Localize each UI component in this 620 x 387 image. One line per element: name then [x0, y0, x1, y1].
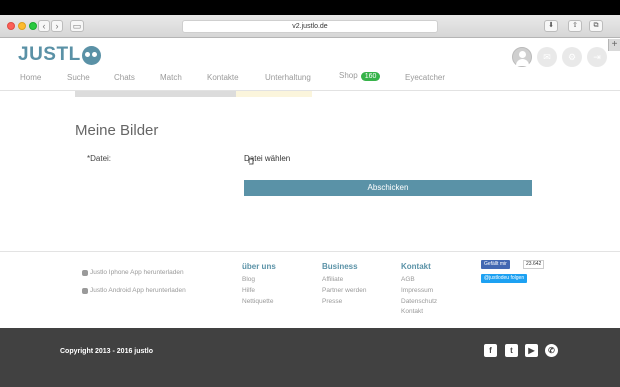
settings-icon[interactable]: ⚙ — [562, 47, 582, 67]
footer-link-presse[interactable]: Presse — [322, 297, 366, 308]
shop-count-badge: 160 — [360, 72, 381, 81]
new-tab-button[interactable]: + — [608, 39, 620, 51]
sidebar-toggle-button[interactable]: ▭ — [70, 20, 84, 32]
nav-item-shop[interactable]: Shop 160 — [339, 71, 381, 81]
tab-strip-active — [236, 91, 312, 97]
nav-item-chats[interactable]: Chats — [114, 73, 135, 82]
apple-icon — [82, 269, 88, 276]
minimize-window-button[interactable] — [18, 22, 26, 30]
share-button[interactable]: ⇧ — [568, 20, 582, 32]
footer-link-nettiquette[interactable]: Nettiquette — [242, 297, 276, 308]
android-icon — [82, 287, 88, 294]
youtube-icon[interactable]: ▶ — [525, 344, 538, 357]
footer-link-datenschutz[interactable]: Datenschutz — [401, 297, 437, 308]
facebook-icon[interactable]: f — [484, 344, 497, 357]
footer-divider — [0, 251, 620, 252]
file-label: *Datei: — [87, 154, 112, 163]
iphone-app-link[interactable]: Justlo Iphone App herunterladen — [82, 269, 184, 276]
nav-item-unterhaltung[interactable]: Unterhaltung — [265, 73, 311, 82]
submit-button[interactable]: Abschicken — [244, 180, 532, 196]
address-bar[interactable]: v2.justlo.de — [182, 20, 438, 33]
logout-icon[interactable]: ⇥ — [587, 47, 607, 67]
nav-item-kontakte[interactable]: Kontakte — [207, 73, 239, 82]
android-app-label: Justlo Android App herunterladen — [90, 287, 186, 294]
page-title: Meine Bilder — [75, 122, 159, 139]
footer-column-about: über uns Blog Hilfe Nettiquette — [242, 262, 276, 307]
footer-column-business: Business Affiliate Partner werden Presse — [322, 262, 366, 307]
close-window-button[interactable] — [7, 22, 15, 30]
footer-link-kontakt[interactable]: Kontakt — [401, 307, 437, 318]
forward-button[interactable]: › — [51, 20, 63, 32]
footer-column-title: Kontakt — [401, 262, 431, 271]
tabs-overview-button[interactable]: ⧉ — [589, 20, 603, 32]
messages-icon[interactable]: ✉ — [537, 47, 557, 67]
fullscreen-window-button[interactable] — [29, 22, 37, 30]
nav-item-shop-label: Shop — [339, 71, 358, 80]
avatar[interactable] — [512, 47, 532, 67]
nav-item-suche[interactable]: Suche — [67, 73, 90, 82]
logo-face-icon — [81, 45, 101, 65]
footer-link-hilfe[interactable]: Hilfe — [242, 286, 276, 297]
download-button[interactable]: ⬇ — [544, 20, 558, 32]
iphone-app-label: Justlo Iphone App herunterladen — [90, 269, 184, 276]
twitter-icon[interactable]: t — [505, 344, 518, 357]
copyright-text: Copyright 2013 - 2016 justlo — [60, 348, 153, 355]
browser-toolbar: ‹ › ▭ v2.justlo.de ⬇ ⇧ ⧉ — [0, 15, 620, 38]
android-app-link[interactable]: Justlo Android App herunterladen — [82, 287, 186, 294]
browser-window: ‹ › ▭ v2.justlo.de ⬇ ⇧ ⧉ + JUSTL ✉ ⚙ ⇥ H… — [0, 15, 620, 387]
footer-link-affiliate[interactable]: Affiliate — [322, 275, 366, 286]
nav-item-home[interactable]: Home — [20, 73, 41, 82]
footer-bar — [0, 328, 620, 387]
footer-link-impressum[interactable]: Impressum — [401, 286, 437, 297]
tab-strip-inactive — [75, 91, 236, 97]
nav-item-match[interactable]: Match — [160, 73, 182, 82]
logo-text: JUSTL — [18, 44, 81, 65]
site-logo[interactable]: JUSTL — [18, 44, 101, 65]
twitter-follow-button[interactable]: @justlodeu folgen — [481, 274, 528, 283]
mouse-cursor-icon — [248, 157, 254, 165]
facebook-like-button[interactable]: Gefällt mir — [481, 260, 510, 269]
footer-column-title: Business — [322, 262, 358, 271]
nav-item-eyecatcher[interactable]: Eyecatcher — [405, 73, 445, 82]
back-button[interactable]: ‹ — [38, 20, 50, 32]
main-navigation: Home Suche Chats Match Kontakte Unterhal… — [0, 71, 620, 88]
facebook-like-count: 23.642 — [523, 260, 545, 269]
footer-column-title: über uns — [242, 262, 276, 271]
footer-link-agb[interactable]: AGB — [401, 275, 437, 286]
footer-link-partner[interactable]: Partner werden — [322, 286, 366, 297]
footer-column-kontakt: Kontakt AGB Impressum Datenschutz Kontak… — [401, 262, 437, 318]
footer-link-blog[interactable]: Blog — [242, 275, 276, 286]
whatsapp-icon[interactable]: ✆ — [545, 344, 558, 357]
